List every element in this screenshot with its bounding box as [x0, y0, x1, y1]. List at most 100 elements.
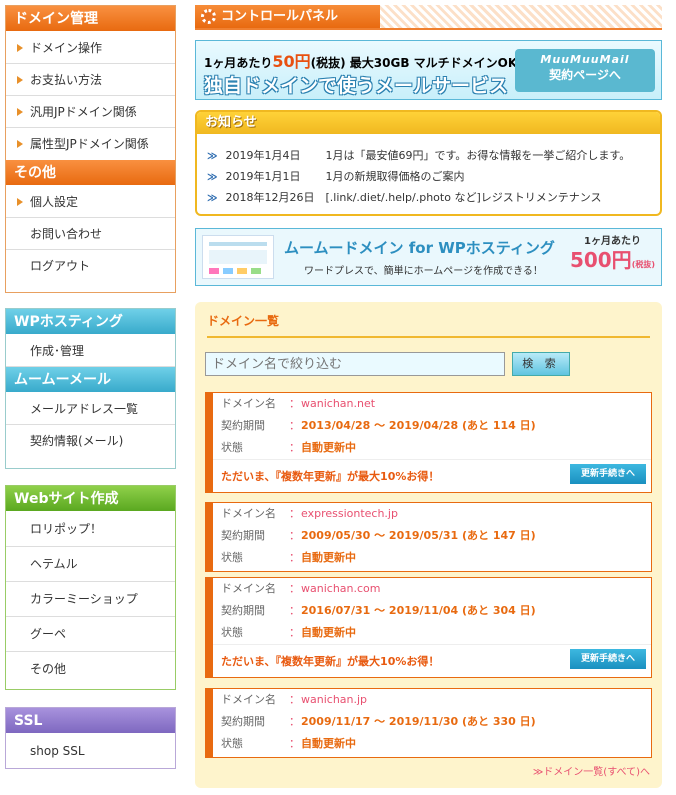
domain-name-row: ドメイン名 ： wanichan.net — [213, 393, 651, 415]
wp-banner-subtitle: ワードプレスで、簡単にホームページを作成できる！ — [304, 266, 543, 277]
muumuumail-logo: MuuMuuMail — [540, 53, 630, 66]
domain-period: 2009/05/30 〜 2019/05/31 (あと 147 日) — [301, 529, 536, 542]
notice-item[interactable]: ≫ 2019年1月4日 1月は「最安値69円」です。お得な情報を一挙ご紹介します。 — [207, 147, 630, 163]
banner-mail-headline: 独自ドメインで使うメールサービス — [204, 75, 509, 97]
label: 状態 — [221, 737, 243, 750]
promo-text: ただいま、『複数年更新』が最大10%お得！ — [221, 655, 440, 668]
sidebar-item-mail-list[interactable]: メールアドレス一覧 — [6, 393, 175, 425]
sidebar-item-web-other[interactable]: その他 — [6, 652, 175, 687]
notice-text: 1月の新規取得価格のご案内 — [325, 170, 465, 183]
wp-price-tax: (税抜) — [631, 260, 655, 269]
domain-period-row: 契約期間 ： 2009/11/17 〜 2019/11/30 (あと 330 日) — [213, 711, 651, 733]
sidebar-item-domain-ops[interactable]: ドメイン操作 — [6, 32, 175, 64]
double-chevron-icon: ≫ — [207, 172, 218, 183]
label: 状態 — [221, 626, 243, 639]
domain-status-row: 状態 ：自動更新中 — [213, 437, 651, 459]
notice-panel: お知らせ ≫ 2019年1月4日 1月は「最安値69円」です。お得な情報を一挙ご紹介… — [195, 110, 662, 216]
domain-name-link[interactable]: expressiontech.jp — [301, 503, 398, 525]
sidebar-item-goope[interactable]: グーペ — [6, 617, 175, 652]
domain-period: 2016/07/31 〜 2019/11/04 (あと 304 日) — [301, 604, 536, 617]
domain-list-title: ドメイン一覧 — [207, 312, 650, 338]
label: ドメイン名 — [221, 507, 276, 520]
notice-text: [.link/.diet/.help/.photo など]レジストリメンテナンス — [325, 191, 602, 204]
label: ドメイン名 — [221, 582, 276, 595]
domain-name-link[interactable]: wanichan.com — [301, 578, 381, 600]
domain-search-input[interactable] — [205, 352, 505, 376]
mail-section-title: ムームーメール — [6, 367, 175, 393]
colon: ： — [289, 441, 300, 454]
renewal-promo: ただいま、『複数年更新』が最大10%お得！ 更新手続きへ — [213, 459, 651, 489]
web-section-title: Webサイト作成 — [6, 486, 175, 512]
label: ドメイン名 — [221, 397, 276, 410]
mail-contract-button[interactable]: MuuMuuMail 契約ページへ — [515, 49, 655, 92]
colon: ： — [289, 715, 300, 728]
wp-banner-title: ムームードメイン for WPホスティング — [284, 239, 555, 257]
label: 契約期間 — [221, 604, 265, 617]
domain-name-link[interactable]: wanichan.net — [301, 393, 375, 415]
domain-name-row: ドメイン名 ： expressiontech.jp — [213, 503, 651, 525]
label: 契約期間 — [221, 529, 265, 542]
promo-text: ただいま、『複数年更新』が最大10%お得！ — [221, 470, 440, 483]
wp-section-title: WPホスティング — [6, 309, 175, 335]
wp-banner-price: 1ヶ月あたり 500円(税抜) — [570, 235, 655, 272]
domain-status-row: 状態 ：自動更新中 — [213, 622, 651, 644]
colon: ： — [289, 626, 300, 639]
website-preview-image — [202, 235, 274, 279]
sidebar-item-contact[interactable]: お問い合わせ — [6, 218, 175, 250]
label: ドメイン名 — [221, 693, 276, 706]
domain-period-row: 契約期間 ： 2013/04/28 〜 2019/04/28 (あと 114 日) — [213, 415, 651, 437]
sidebar-item-logout[interactable]: ログアウト — [6, 250, 175, 282]
colon: ： — [289, 604, 300, 617]
label: 状態 — [221, 551, 243, 564]
sidebar-item-heteml[interactable]: ヘテムル — [6, 547, 175, 582]
mail-contract-label: 契約ページへ — [549, 68, 621, 82]
wp-hosting-banner[interactable]: ムームードメイン for WPホスティング ワードプレスで、簡単にホームページを… — [195, 228, 662, 286]
sidebar-ssl-panel: SSL shop SSL — [5, 707, 176, 769]
notice-item[interactable]: ≫ 2018年12月26日 [.link/.diet/.help/.photo など… — [207, 189, 602, 205]
renewal-promo: ただいま、『複数年更新』が最大10%お得！ 更新手続きへ — [213, 644, 651, 674]
domain-card: ドメイン名： wanichan.com 契約期間： 2016/07/31 〜 201… — [205, 577, 652, 678]
domain-name-row: ドメイン名 ： wanichan.com — [213, 578, 651, 600]
other-section-title: その他 — [6, 160, 175, 186]
notice-date: 2019年1月4日 — [225, 149, 301, 162]
colon: ： — [289, 397, 300, 410]
domain-list-panel: ドメイン一覧 検 索 ドメイン名：wanichan.net 契約期間：2013/… — [195, 302, 662, 788]
wp-price-value: 500円 — [569, 248, 632, 272]
domain-period-row: 契約期間 ： 2016/07/31 〜 2019/11/04 (あと 304 日) — [213, 600, 651, 622]
renewal-button[interactable]: 更新手続きへ — [570, 464, 646, 484]
renewal-button[interactable]: 更新手続きへ — [570, 649, 646, 669]
sidebar-item-attribute-jp[interactable]: 属性型JPドメイン関係 — [6, 128, 175, 160]
sidebar-item-lolipop[interactable]: ロリポップ！ — [6, 512, 175, 547]
sidebar-item-payment[interactable]: お支払い方法 — [6, 64, 175, 96]
domain-name-link[interactable]: wanichan.jp — [301, 689, 367, 711]
domain-status-row: 状態 ：自動更新中 — [213, 547, 651, 569]
colon: ： — [289, 529, 300, 542]
notice-date: 2019年1月1日 — [225, 170, 301, 183]
domain-status: 自動更新中 — [301, 441, 356, 454]
sidebar-wp-panel: WPホスティング 作成･管理 ムームーメール メールアドレス一覧 契約情報(メー… — [5, 308, 176, 469]
notice-date: 2018年12月26日 — [225, 191, 315, 204]
notice-title: お知らせ — [197, 112, 660, 134]
domain-section-title: ドメイン管理 — [6, 6, 175, 32]
label: 状態 — [221, 441, 243, 454]
sidebar-item-shop-ssl[interactable]: shop SSL — [6, 734, 175, 768]
search-button[interactable]: 検 索 — [512, 352, 570, 376]
sidebar-item-colorme[interactable]: カラーミーショップ — [6, 582, 175, 617]
sidebar-item-personal-settings[interactable]: 個人設定 — [6, 186, 175, 218]
sidebar-item-mail-contract[interactable]: 契約情報(メール) — [6, 425, 175, 457]
control-panel-header: コントロールパネル — [195, 5, 662, 30]
colon: ： — [289, 551, 300, 564]
double-chevron-icon: ≫ — [207, 193, 218, 204]
control-panel-title: コントロールパネル — [195, 5, 380, 28]
domain-period-row: 契約期間 ： 2009/05/30 〜 2019/05/31 (あと 147 日) — [213, 525, 651, 547]
sidebar-item-wp-manage[interactable]: 作成･管理 — [6, 335, 175, 367]
sidebar-item-general-jp[interactable]: 汎用JPドメイン関係 — [6, 96, 175, 128]
label: 契約期間 — [221, 419, 265, 432]
domain-status: 自動更新中 — [301, 737, 356, 750]
domain-card: ドメイン名： wanichan.net 契約期間： 2013/04/28 〜 201… — [205, 392, 652, 493]
sidebar-web-panel: Webサイト作成 ロリポップ！ ヘテムル カラーミーショップ グーペ その他 — [5, 485, 176, 690]
mail-service-banner[interactable]: 1ヶ月あたり50円(税抜) 最大30GB マルチドメインOK! 独自ドメインで使… — [195, 40, 662, 100]
all-domains-link[interactable]: ≫ドメイン一覧(すべて)へ — [533, 763, 650, 778]
notice-text: 1月は「最安値69円」です。お得な情報を一挙ご紹介します。 — [325, 149, 631, 162]
notice-item[interactable]: ≫ 2019年1月1日 1月の新規取得価格のご案内 — [207, 168, 464, 184]
